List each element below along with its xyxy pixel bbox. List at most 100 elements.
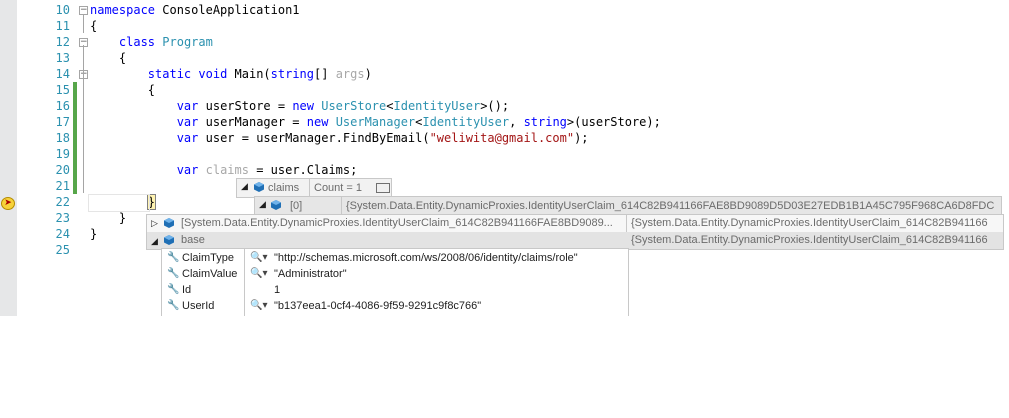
change-bar: [73, 114, 77, 130]
datatip-row-value: {System.Data.Entity.DynamicProxies.Ident…: [631, 234, 988, 246]
datatip-row-proxy[interactable]: ▷ [System.Data.Entity.DynamicProxies.Ide…: [147, 215, 1003, 232]
property-wrench-icon: 🔧: [167, 300, 180, 311]
code-token: userManager =: [198, 115, 307, 129]
code-token: {: [90, 51, 127, 65]
code-line[interactable]: 10− namespace ConsoleApplication1: [0, 2, 1009, 18]
code-token: Program: [162, 35, 213, 49]
line-number: 17: [55, 115, 70, 129]
code-line[interactable]: 17 var userManager = new UserManager<Ide…: [0, 114, 1009, 130]
code-token: ConsoleApplication1: [155, 3, 300, 17]
code-line[interactable]: 14− static void Main(string[] args): [0, 66, 1009, 82]
line-number: 19: [55, 147, 70, 161]
datatip-prop-name: UserId: [182, 300, 215, 312]
code-token: "weliwita@gmail.com": [429, 131, 575, 145]
code-token: void: [198, 67, 228, 81]
line-number: 11: [55, 19, 70, 33]
datatip-claims-value: Count = 1: [314, 182, 363, 194]
property-wrench-icon: 🔧: [167, 284, 180, 295]
datatip-properties[interactable]: 🔧 ClaimType 🔍▾ "http://schemas.microsoft…: [161, 248, 629, 316]
code-text: var user = userManager.FindByEmail("weli…: [90, 130, 589, 146]
expand-arrow-icon[interactable]: ▷: [151, 216, 158, 232]
current-statement-arrow-icon[interactable]: ➤: [1, 197, 15, 210]
property-wrench-icon: 🔧: [167, 268, 180, 279]
datatip-separator: [626, 215, 627, 232]
code-text: namespace ConsoleApplication1: [90, 2, 300, 18]
line-number: 23: [55, 211, 70, 225]
code-token: ): [364, 67, 372, 81]
code-editor[interactable]: 10− namespace ConsoleApplication1 11 {12− c…: [0, 0, 1009, 316]
expand-arrow-icon[interactable]: ◢: [151, 234, 158, 249]
code-token: var: [176, 99, 199, 113]
code-token: var: [176, 163, 199, 177]
expand-arrow-icon[interactable]: ◢: [259, 200, 266, 210]
field-cube-icon: [254, 182, 264, 192]
code-token: );: [574, 131, 589, 145]
code-token: var: [176, 115, 199, 129]
fold-guide: [83, 14, 84, 33]
datatip-child-list[interactable]: ▷ [System.Data.Entity.DynamicProxies.Ide…: [146, 214, 1004, 250]
datatip-claims[interactable]: ◢ claims Count = 1: [236, 178, 392, 198]
line-number: 16: [55, 99, 70, 113]
code-line[interactable]: 19: [0, 146, 1009, 162]
datatip-prop-value: "b137eea1-0cf4-4086-9f59-9291c9f8c766": [274, 300, 482, 312]
datatip-prop-name: ClaimValue: [182, 268, 238, 280]
expand-arrow-icon[interactable]: ◢: [241, 182, 248, 192]
datatip-separator: [341, 197, 342, 215]
magnifier-icon[interactable]: 🔍▾: [250, 250, 267, 266]
magnifier-icon[interactable]: 🔍▾: [250, 298, 267, 314]
code-token: claims: [205, 163, 249, 177]
code-token: ,: [509, 115, 524, 129]
code-token: new: [292, 99, 314, 113]
code-token: Main(: [227, 67, 271, 81]
field-cube-icon: [164, 218, 174, 228]
datatip-prop-row[interactable]: 🔧 Id 1: [162, 282, 628, 298]
datatip-prop-value: "http://schemas.microsoft.com/ws/2008/06…: [274, 252, 578, 264]
pin-icon[interactable]: [376, 183, 390, 193]
field-cube-icon: [164, 235, 174, 245]
code-line[interactable]: 18 var user = userManager.FindByEmail("w…: [0, 130, 1009, 146]
datatip-claims-name: claims: [268, 182, 300, 194]
datatip-item-0-name: [0]: [290, 200, 303, 212]
datatip-separator: [309, 179, 310, 197]
code-line[interactable]: 16 var userStore = new UserStore<Identit…: [0, 98, 1009, 114]
magnifier-icon[interactable]: 🔍▾: [250, 266, 267, 282]
line-number: 24: [55, 227, 70, 241]
code-token: }: [90, 211, 127, 225]
field-cube-icon: [271, 200, 281, 210]
current-line-highlight: [88, 194, 150, 212]
datatip-item-0[interactable]: ◢ [0] {System.Data.Entity.DynamicProxies…: [254, 196, 1002, 216]
datatip-prop-name: ClaimType: [182, 252, 234, 264]
datatip-row-name: [System.Data.Entity.DynamicProxies.Ident…: [181, 217, 613, 229]
code-token: user = userManager.FindByEmail(: [198, 131, 430, 145]
code-line[interactable]: 11 {: [0, 18, 1009, 34]
code-line[interactable]: 13 {: [0, 50, 1009, 66]
property-wrench-icon: 🔧: [167, 252, 180, 263]
datatip-prop-row[interactable]: 🔧 ClaimType 🔍▾ "http://schemas.microsoft…: [162, 250, 628, 266]
line-number: 10: [55, 3, 70, 17]
datatip-prop-row[interactable]: 🔧 ClaimValue 🔍▾ "Administrator": [162, 266, 628, 282]
code-token: {: [90, 19, 98, 33]
code-token: string: [270, 67, 315, 81]
code-line[interactable]: 12− class Program: [0, 34, 1009, 50]
code-line[interactable]: 15 {: [0, 82, 1009, 98]
code-text: }: [90, 226, 97, 242]
datatip-row-value: {System.Data.Entity.DynamicProxies.Ident…: [631, 217, 988, 229]
code-token: {: [90, 83, 156, 97]
change-bar: [73, 146, 77, 162]
code-token: string: [523, 115, 567, 129]
code-token: args: [335, 67, 365, 81]
code-token: []: [314, 67, 336, 81]
code-token: namespace: [90, 3, 156, 17]
datatip-row-base[interactable]: ◢ base {System.Data.Entity.DynamicProxie…: [147, 232, 1003, 249]
code-line[interactable]: 20 var claims = user.Claims;: [0, 162, 1009, 178]
datatip-row-name: base: [181, 234, 205, 246]
line-number: 15: [55, 83, 70, 97]
datatip-prop-row[interactable]: 🔧 UserId 🔍▾ "b137eea1-0cf4-4086-9f59-929…: [162, 298, 628, 314]
line-number: 14: [55, 67, 70, 81]
code-line[interactable]: 21: [0, 178, 1009, 194]
code-text: var userManager = new UserManager<Identi…: [90, 114, 661, 130]
